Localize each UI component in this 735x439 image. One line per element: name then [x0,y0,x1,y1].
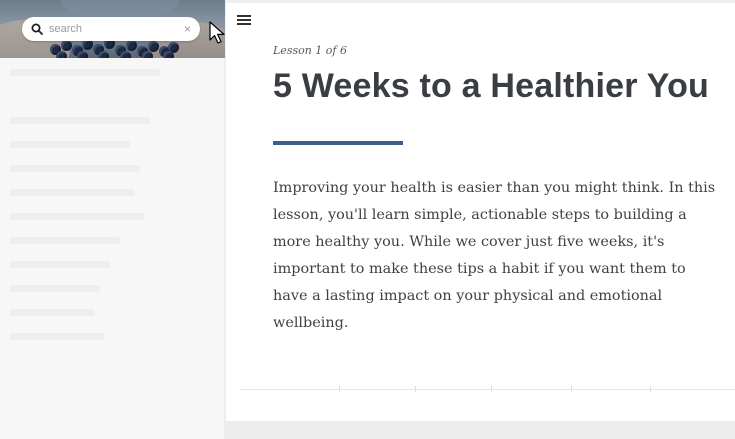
title-divider [273,141,403,145]
lesson-body-text: Improving your health is easier than you… [273,180,716,331]
list-item [0,252,225,276]
hamburger-menu-icon[interactable] [237,15,251,27]
lesson-panel: Lesson 1 of 6 5 Weeks to a Healthier You… [226,3,735,421]
divider-tick [415,386,416,392]
search-icon [31,23,43,35]
list-item [0,156,225,180]
list-item [0,108,225,132]
list-item [0,324,225,348]
page-title: 5 Weeks to a Healthier You [273,67,710,105]
divider-tick [339,386,340,392]
sidebar: × [0,0,225,439]
lesson-list [0,60,225,348]
close-icon[interactable]: × [184,23,191,35]
list-item [0,132,225,156]
lesson-counter: Lesson 1 of 6 [273,44,347,57]
section-divider [240,389,735,390]
divider-tick [650,386,651,392]
divider-tick [491,386,492,392]
list-item [0,60,225,84]
search-field[interactable]: × [22,17,200,41]
search-input[interactable] [49,23,169,35]
footer-band [226,421,735,439]
list-item [0,276,225,300]
list-item [0,84,225,108]
divider-tick [571,386,572,392]
list-item [0,300,225,324]
list-item [0,228,225,252]
mouse-cursor-icon [209,21,225,44]
list-item [0,180,225,204]
list-item [0,204,225,228]
